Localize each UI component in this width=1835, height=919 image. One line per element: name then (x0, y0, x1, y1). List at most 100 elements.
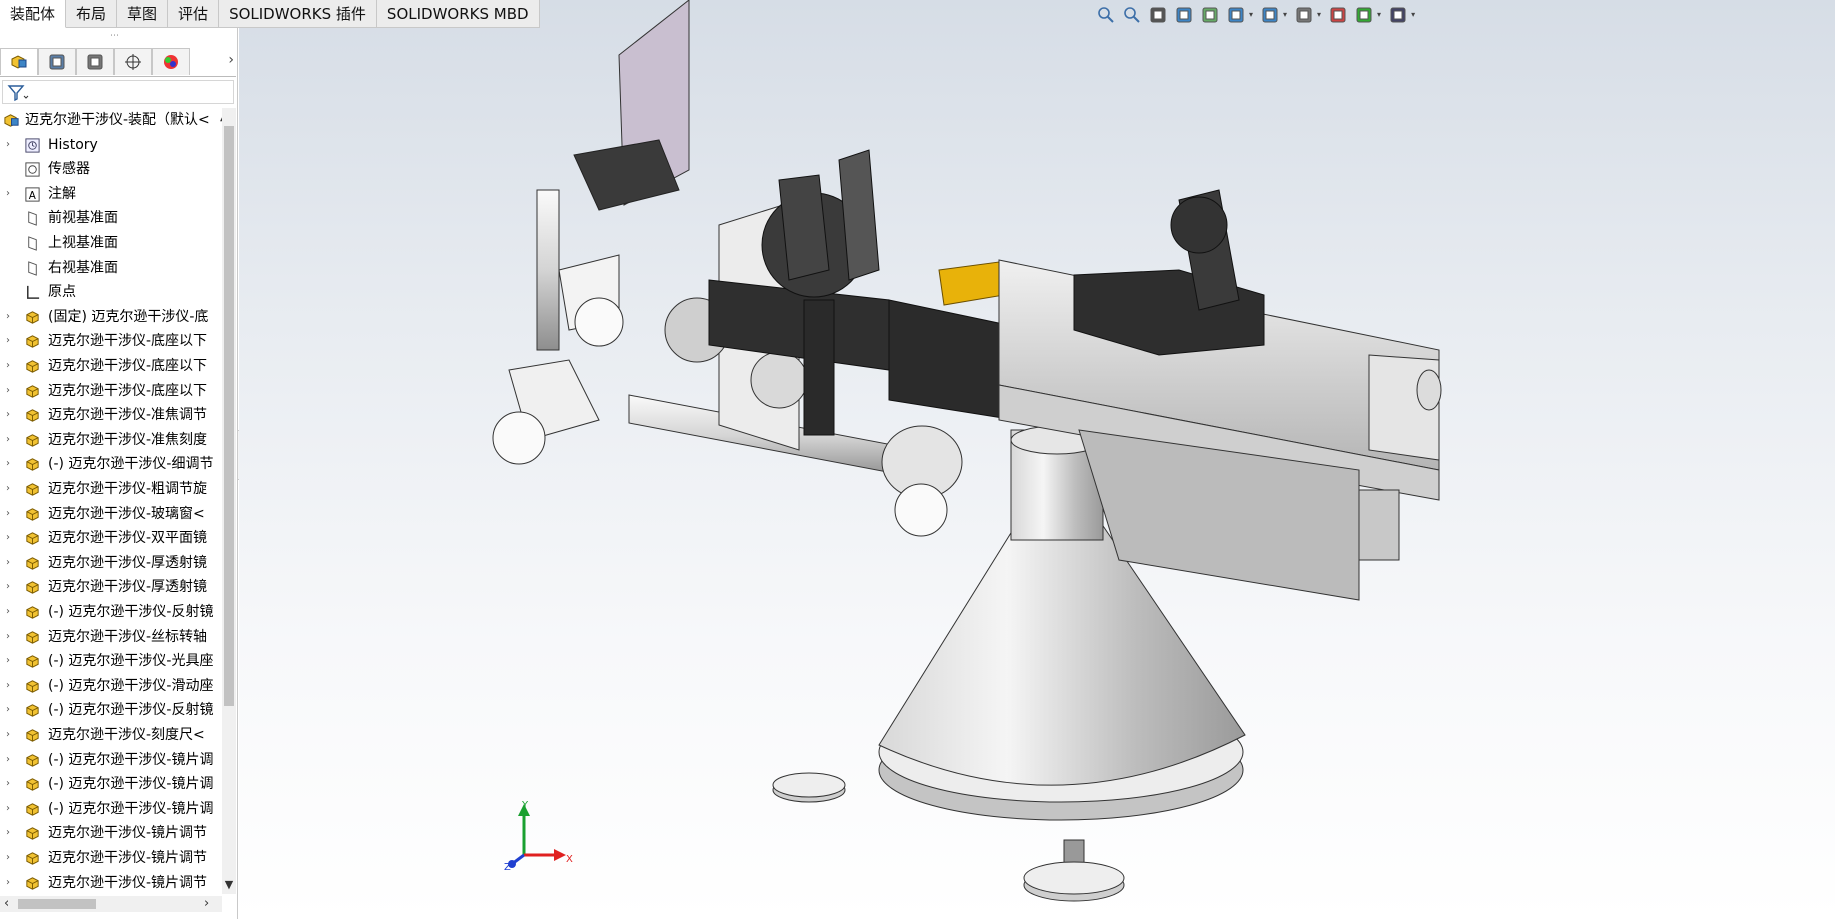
tree-item[interactable]: › 迈克尔逊干涉仪-厚透射镜 (0, 551, 222, 575)
tab-5[interactable]: SOLIDWORKS MBD (376, 0, 540, 28)
tree-item[interactable]: › (-) 迈克尔逊干涉仪-反射镜 (0, 600, 222, 624)
michelson-interferometer-model[interactable] (239, 0, 1835, 919)
tree-item[interactable]: › 迈克尔逊干涉仪-厚透射镜 (0, 575, 222, 599)
expand-icon[interactable]: › (6, 748, 16, 772)
expand-icon[interactable]: › (6, 526, 16, 550)
dropdown-caret-icon[interactable]: ▾ (1249, 4, 1253, 28)
expand-icon[interactable]: › (6, 723, 16, 747)
plane-icon (24, 210, 41, 227)
expand-icon[interactable]: › (6, 502, 16, 526)
tree-item[interactable]: › 迈克尔逊干涉仪-刻度尺< (0, 723, 222, 747)
tree-item[interactable]: › History (0, 133, 222, 157)
expand-icon[interactable]: › (6, 674, 16, 698)
tree-item[interactable]: 传感器 (0, 157, 222, 181)
expand-icon[interactable]: › (6, 354, 16, 378)
expand-icon[interactable]: › (6, 551, 16, 575)
dynamic-annotation-icon[interactable] (1199, 4, 1221, 26)
graphics-area[interactable]: ▾▾▾▾▾ ⊏ ⊐ – ❐ ✕ Y X Z (239, 0, 1835, 919)
tree-item[interactable]: › 迈克尔逊干涉仪-镜片调节 (0, 871, 222, 894)
scroll-down-icon[interactable]: ▼ (222, 878, 236, 891)
tab-0[interactable]: 装配体 (0, 0, 67, 28)
expand-icon[interactable]: › (6, 305, 16, 329)
expand-icon[interactable]: › (6, 871, 16, 894)
tab-2[interactable]: 草图 (117, 0, 169, 28)
tree-item[interactable]: 原点 (0, 280, 222, 304)
expand-icon[interactable]: › (6, 182, 16, 206)
tree-root-assembly[interactable]: 迈克尔逊干涉仪-装配（默认< (0, 108, 222, 132)
expand-icon[interactable]: › (6, 600, 16, 624)
expand-icon[interactable]: › (6, 575, 16, 599)
dropdown-caret-icon[interactable]: ▾ (1283, 4, 1287, 28)
expand-icon[interactable]: › (6, 625, 16, 649)
tab-1[interactable]: 布局 (66, 0, 118, 28)
tree-item[interactable]: › 迈克尔逊干涉仪-丝标转轴 (0, 625, 222, 649)
tree-item[interactable]: › 迈克尔逊干涉仪-粗调节旋 (0, 477, 222, 501)
tab-4[interactable]: SOLIDWORKS 插件 (219, 0, 377, 28)
configurationmanager-icon[interactable] (76, 48, 114, 75)
scrollbar-thumb[interactable] (224, 126, 234, 706)
expand-icon[interactable]: › (6, 846, 16, 870)
tree-horizontal-scrollbar[interactable]: ‹ › (0, 896, 222, 912)
dimxpert-icon[interactable] (114, 48, 152, 75)
tree-item[interactable]: › 迈克尔逊干涉仪-双平面镜 (0, 526, 222, 550)
expand-icon[interactable]: › (6, 403, 16, 427)
scrollbar-thumb[interactable] (18, 899, 96, 909)
expand-icon[interactable]: › (6, 649, 16, 673)
panel-grip-icon[interactable]: ⋯ (110, 32, 119, 41)
filter-icon[interactable] (7, 84, 29, 102)
tab-3[interactable]: 评估 (168, 0, 220, 28)
apply-scene-icon[interactable] (1353, 4, 1375, 26)
expand-icon[interactable]: › (6, 452, 16, 476)
expand-icon[interactable]: › (6, 821, 16, 845)
tree-item[interactable]: › 迈克尔逊干涉仪-底座以下 (0, 329, 222, 353)
expand-icon[interactable]: › (6, 772, 16, 796)
hide-show-items-icon[interactable] (1293, 4, 1315, 26)
expand-icon[interactable]: › (6, 379, 16, 403)
zoom-to-area-icon[interactable] (1121, 4, 1143, 26)
tree-item[interactable]: › (-) 迈克尔逊干涉仪-镜片调 (0, 748, 222, 772)
propertymanager-icon[interactable] (38, 48, 76, 75)
tree-item[interactable]: 右视基准面 (0, 256, 222, 280)
zoom-to-fit-icon[interactable] (1095, 4, 1117, 26)
scroll-right-icon[interactable]: › (204, 896, 209, 911)
tree-item[interactable]: 上视基准面 (0, 231, 222, 255)
expand-icon[interactable]: › (6, 428, 16, 452)
tree-item[interactable]: › 迈克尔逊干涉仪-底座以下 (0, 354, 222, 378)
origin-icon (24, 284, 41, 301)
tree-filter-field[interactable] (2, 80, 234, 104)
tree-item[interactable]: › (-) 迈克尔逊干涉仪-镜片调 (0, 797, 222, 821)
tree-item[interactable]: › (-) 迈克尔逊干涉仪-光具座 (0, 649, 222, 673)
tree-item[interactable]: › A 注解 (0, 182, 222, 206)
tree-item[interactable]: › 迈克尔逊干涉仪-镜片调节 (0, 846, 222, 870)
more-tabs-icon[interactable]: › (228, 52, 234, 68)
tree-item[interactable]: 前视基准面 (0, 206, 222, 230)
edit-appearance-icon[interactable] (1327, 4, 1349, 26)
tree-item[interactable]: › 迈克尔逊干涉仪-准焦刻度 (0, 428, 222, 452)
view-settings-icon[interactable] (1387, 4, 1409, 26)
tree-item[interactable]: › 迈克尔逊干涉仪-准焦调节 (0, 403, 222, 427)
dropdown-caret-icon[interactable]: ▾ (1411, 4, 1415, 28)
display-style-icon[interactable] (1259, 4, 1281, 26)
expand-icon[interactable]: › (6, 329, 16, 353)
tree-vertical-scrollbar[interactable] (222, 108, 236, 894)
tree-item[interactable]: › (-) 迈克尔逊干涉仪-细调节 (0, 452, 222, 476)
tree-item[interactable]: › (-) 迈克尔逊干涉仪-反射镜 (0, 698, 222, 722)
section-view-icon[interactable] (1173, 4, 1195, 26)
expand-icon[interactable]: › (6, 133, 16, 157)
display-manager-icon[interactable] (152, 48, 190, 75)
tree-item[interactable]: › 迈克尔逊干涉仪-玻璃窗< (0, 502, 222, 526)
featuremanager-icon[interactable] (0, 48, 38, 75)
dropdown-caret-icon[interactable]: ▾ (1317, 4, 1321, 28)
tree-item[interactable]: › (-) 迈克尔逊干涉仪-滑动座 (0, 674, 222, 698)
tree-item[interactable]: › (固定) 迈克尔逊干涉仪-底 (0, 305, 222, 329)
expand-icon[interactable]: › (6, 797, 16, 821)
tree-item[interactable]: › 迈克尔逊干涉仪-底座以下 (0, 379, 222, 403)
expand-icon[interactable]: › (6, 698, 16, 722)
previous-view-icon[interactable] (1147, 4, 1169, 26)
view-orientation-icon[interactable] (1225, 4, 1247, 26)
dropdown-caret-icon[interactable]: ▾ (1377, 4, 1381, 28)
expand-icon[interactable]: › (6, 477, 16, 501)
tree-item[interactable]: › (-) 迈克尔逊干涉仪-镜片调 (0, 772, 222, 796)
tree-item[interactable]: › 迈克尔逊干涉仪-镜片调节 (0, 821, 222, 845)
scroll-left-icon[interactable]: ‹ (4, 896, 9, 911)
